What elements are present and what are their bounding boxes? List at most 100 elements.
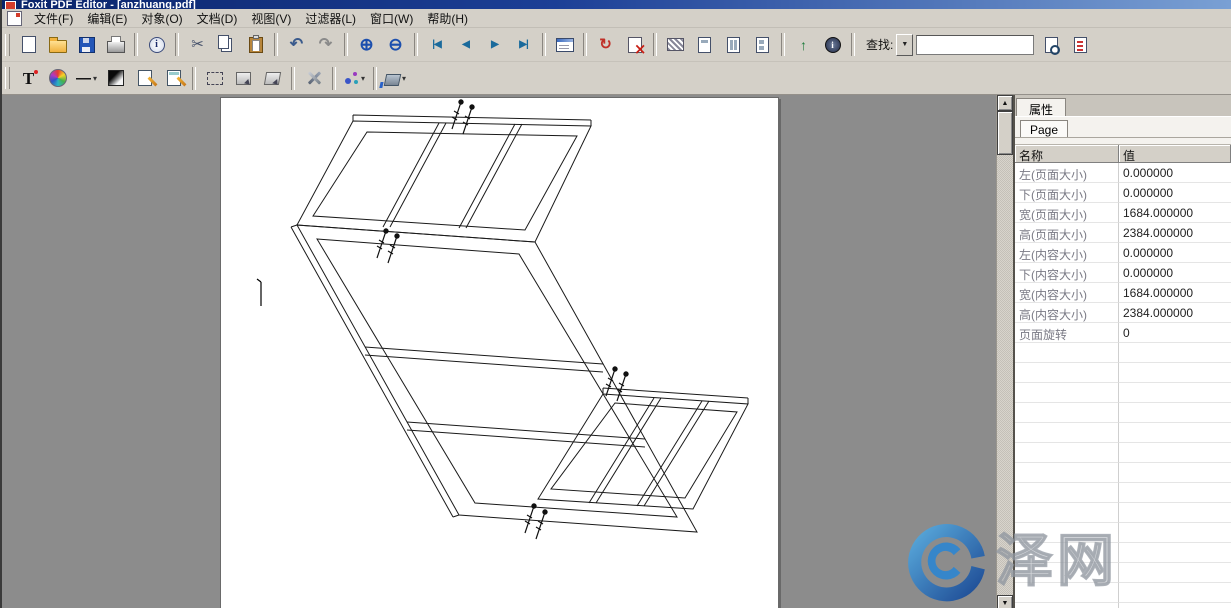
menu-file[interactable]: 文件(F) <box>27 8 80 29</box>
menu-document[interactable]: 文档(D) <box>190 8 245 29</box>
menu-window[interactable]: 窗口(W) <box>363 8 420 29</box>
line-tool-button[interactable]: — <box>73 65 100 91</box>
empty-cell <box>1015 343 1119 363</box>
edit-text-button[interactable] <box>160 65 187 91</box>
facing-page-icon <box>727 37 740 53</box>
form-icon <box>556 38 574 52</box>
property-value[interactable]: 0.000000 <box>1119 243 1231 263</box>
toolbar-main: ✂↶↷⊕⊖|◀◀▶▶|↻↑查找: <box>2 28 1231 62</box>
empty-cell <box>1119 423 1231 443</box>
property-name: 左(页面大小) <box>1015 163 1119 183</box>
empty-cell <box>1015 423 1119 443</box>
property-value[interactable]: 0.000000 <box>1119 263 1231 283</box>
doc-info-button[interactable] <box>143 32 170 58</box>
menu-filter[interactable]: 过滤器(L) <box>298 8 363 29</box>
document-canvas[interactable] <box>2 95 996 608</box>
document-menu-icon[interactable] <box>7 11 22 26</box>
toolbar-grip[interactable] <box>5 34 10 56</box>
menu-view[interactable]: 视图(V) <box>244 8 298 29</box>
facing-page-view-button[interactable] <box>720 32 747 58</box>
rotate-pages-button[interactable]: ↻ <box>592 32 619 58</box>
node-color-dropdown-icon[interactable] <box>361 74 365 83</box>
property-value[interactable]: 1684.000000 <box>1119 283 1231 303</box>
first-page-button[interactable]: |◀ <box>423 32 450 58</box>
property-name: 宽(页面大小) <box>1015 203 1119 223</box>
menu-object[interactable]: 对象(O) <box>134 8 189 29</box>
toolbox-button[interactable] <box>300 65 327 91</box>
marquee-select-button[interactable] <box>201 65 228 91</box>
empty-cell <box>1015 563 1119 583</box>
extract-text-button[interactable]: ↑ <box>790 32 817 58</box>
find-input[interactable] <box>916 35 1034 55</box>
blend-icon <box>108 70 124 86</box>
scroll-up-icon[interactable] <box>997 95 1013 111</box>
next-page-button[interactable]: ▶ <box>481 32 508 58</box>
color-wheel-button[interactable] <box>44 65 71 91</box>
property-value[interactable]: 0.000000 <box>1119 163 1231 183</box>
paste-button[interactable] <box>242 32 269 58</box>
open-button[interactable] <box>44 32 71 58</box>
property-value[interactable]: 0 <box>1119 323 1231 343</box>
property-value[interactable]: 2384.000000 <box>1119 223 1231 243</box>
last-page-button[interactable]: ▶| <box>510 32 537 58</box>
pattern-button[interactable] <box>662 32 689 58</box>
marquee-icon <box>207 72 223 85</box>
zoom-out-button[interactable]: ⊖ <box>382 32 409 58</box>
fill-color-dropdown-icon[interactable] <box>402 74 406 83</box>
property-value[interactable]: 2384.000000 <box>1119 303 1231 323</box>
toolbar-separator <box>291 67 295 90</box>
scrollbar-track[interactable] <box>997 111 1013 595</box>
form-editor-button[interactable] <box>551 32 578 58</box>
color-wheel-icon <box>49 69 67 87</box>
find-scope-combo[interactable] <box>896 34 913 56</box>
continuous-view-button[interactable] <box>749 32 776 58</box>
empty-cell <box>1119 383 1231 403</box>
scroll-down-icon[interactable] <box>997 595 1013 608</box>
property-value[interactable]: 1684.000000 <box>1119 203 1231 223</box>
zoom-in-icon: ⊕ <box>359 36 373 53</box>
search-doc-button[interactable] <box>1038 32 1065 58</box>
property-value[interactable]: 0.000000 <box>1119 183 1231 203</box>
toolbar-separator <box>274 33 278 56</box>
scrollbar-thumb[interactable] <box>997 111 1013 155</box>
delete-pages-button[interactable] <box>621 32 648 58</box>
property-row-empty <box>1015 583 1231 603</box>
scissors-icon: ✂ <box>191 37 204 52</box>
fill-color-button[interactable] <box>382 65 409 91</box>
save-button[interactable] <box>73 32 100 58</box>
search-results-button[interactable] <box>1067 32 1094 58</box>
text-up-icon: ↑ <box>800 38 807 52</box>
copy-button[interactable] <box>213 32 240 58</box>
cut-button[interactable]: ✂ <box>184 32 211 58</box>
tab-properties[interactable]: 属性 <box>1016 98 1066 116</box>
undo-button[interactable]: ↶ <box>283 32 310 58</box>
new-button[interactable] <box>15 32 42 58</box>
pdf-page[interactable] <box>220 97 779 608</box>
property-row: 宽(内容大小)1684.000000 <box>1015 283 1231 303</box>
properties-header: 名称 值 <box>1015 145 1231 163</box>
empty-cell <box>1119 343 1231 363</box>
menu-help[interactable]: 帮助(H) <box>420 8 475 29</box>
toolbar-separator <box>414 33 418 56</box>
print-button[interactable] <box>102 32 129 58</box>
node-color-button[interactable] <box>341 65 368 91</box>
prev-page-button[interactable]: ◀ <box>452 32 479 58</box>
zoom-in-button[interactable]: ⊕ <box>353 32 380 58</box>
blend-tool-button[interactable] <box>102 65 129 91</box>
menubar-items: 文件(F)编辑(E)对象(O)文档(D)视图(V)过滤器(L)窗口(W)帮助(H… <box>27 8 475 29</box>
toolbar-tools: — <box>2 62 1231 95</box>
distort-button[interactable] <box>259 65 286 91</box>
menu-edit[interactable]: 编辑(E) <box>80 8 134 29</box>
property-row-empty <box>1015 603 1231 608</box>
about-button[interactable] <box>819 32 846 58</box>
tab-page[interactable]: Page <box>1020 120 1068 137</box>
single-page-view-button[interactable] <box>691 32 718 58</box>
toolbar-grip[interactable] <box>5 67 10 89</box>
edit-object-button[interactable] <box>131 65 158 91</box>
transform-button[interactable] <box>230 65 257 91</box>
vertical-scrollbar[interactable] <box>996 95 1013 608</box>
line-tool-dropdown-icon[interactable] <box>93 74 97 83</box>
redo-button[interactable]: ↷ <box>312 32 339 58</box>
text-tool-button[interactable] <box>15 65 42 91</box>
text-cursor-mark <box>257 279 261 306</box>
